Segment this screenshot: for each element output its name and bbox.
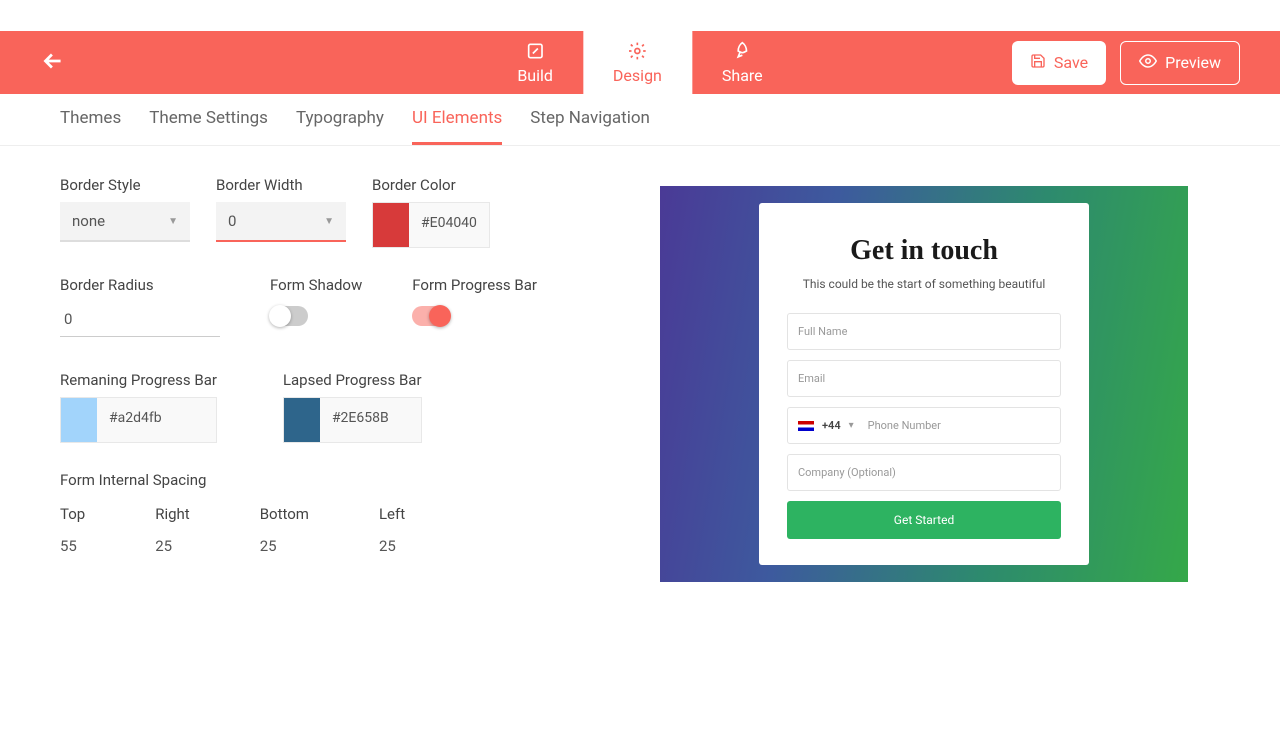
- border-style-label: Border Style: [60, 176, 190, 194]
- tab-label: Design: [613, 66, 662, 85]
- preview-button[interactable]: Preview: [1120, 41, 1240, 85]
- spacing-left-value[interactable]: 25: [379, 537, 405, 555]
- sub-nav: Themes Theme Settings Typography UI Elem…: [0, 94, 1280, 146]
- border-radius-input[interactable]: [60, 302, 220, 337]
- form-progress-toggle[interactable]: [412, 306, 450, 326]
- gear-icon: [627, 41, 647, 64]
- tab-build[interactable]: Build: [487, 31, 583, 94]
- lapsed-color-picker[interactable]: #2E658B: [283, 397, 422, 443]
- subnav-step-navigation[interactable]: Step Navigation: [530, 108, 650, 145]
- tab-share[interactable]: Share: [692, 31, 793, 94]
- spacing-right-value[interactable]: 25: [155, 537, 189, 555]
- eye-icon: [1139, 52, 1157, 74]
- spacing-row: Top 55 Right 25 Bottom 25 Left 25: [60, 505, 620, 555]
- subnav-ui-elements[interactable]: UI Elements: [412, 108, 502, 145]
- preview-label: Preview: [1165, 53, 1221, 72]
- color-swatch: [373, 203, 409, 247]
- tab-label: Share: [722, 66, 763, 85]
- preview-fullname-input[interactable]: Full Name: [787, 313, 1061, 350]
- preview-subtitle: This could be the start of something bea…: [787, 275, 1061, 293]
- spacing-section-label: Form Internal Spacing: [60, 471, 620, 489]
- preview-submit-button[interactable]: Get Started: [787, 501, 1061, 539]
- top-bar: Build Design Share Save Preview: [0, 31, 1280, 94]
- remaining-progress-label: Remaning Progress Bar: [60, 371, 217, 389]
- color-swatch: [61, 398, 97, 442]
- border-style-select[interactable]: none ▼: [60, 202, 190, 242]
- border-color-hex: #E04040: [409, 203, 489, 247]
- spacing-right-label: Right: [155, 505, 189, 523]
- border-width-value: 0: [228, 212, 236, 230]
- lapsed-progress-label: Lapsed Progress Bar: [283, 371, 422, 389]
- save-button[interactable]: Save: [1012, 41, 1106, 85]
- chevron-down-icon: ▾: [849, 420, 854, 431]
- save-icon: [1030, 53, 1046, 73]
- preview-form-card: Get in touch This could be the start of …: [759, 203, 1089, 565]
- settings-panel: Border Style none ▼ Border Width 0 ▼ Bor…: [60, 176, 620, 582]
- tab-label: Build: [517, 66, 553, 85]
- color-swatch: [284, 398, 320, 442]
- border-radius-label: Border Radius: [60, 276, 220, 294]
- border-width-label: Border Width: [216, 176, 346, 194]
- remaining-hex: #a2d4fb: [97, 398, 174, 442]
- subnav-themes[interactable]: Themes: [60, 108, 121, 145]
- spacing-bottom-label: Bottom: [260, 505, 309, 523]
- spacing-bottom-value[interactable]: 25: [260, 537, 309, 555]
- subnav-theme-settings[interactable]: Theme Settings: [149, 108, 268, 145]
- chevron-down-icon: ▼: [168, 216, 178, 227]
- remaining-color-picker[interactable]: #a2d4fb: [60, 397, 217, 443]
- spacing-left-label: Left: [379, 505, 405, 523]
- main-tabs: Build Design Share: [487, 31, 792, 94]
- edit-icon: [525, 41, 545, 64]
- top-actions: Save Preview: [1012, 41, 1240, 85]
- save-label: Save: [1054, 53, 1088, 72]
- chevron-down-icon: ▼: [324, 216, 334, 227]
- form-shadow-toggle[interactable]: [270, 306, 308, 326]
- form-progress-label: Form Progress Bar: [412, 276, 537, 294]
- form-shadow-label: Form Shadow: [270, 276, 362, 294]
- lapsed-hex: #2E658B: [320, 398, 401, 442]
- uk-flag-icon: [798, 421, 814, 431]
- back-arrow-icon[interactable]: [40, 48, 66, 78]
- tab-design[interactable]: Design: [583, 31, 692, 94]
- preview-title: Get in touch: [787, 235, 1061, 267]
- border-color-label: Border Color: [372, 176, 490, 194]
- preview-company-input[interactable]: Company (Optional): [787, 454, 1061, 491]
- border-style-value: none: [72, 212, 105, 230]
- spacing-top-label: Top: [60, 505, 85, 523]
- border-color-picker[interactable]: #E04040: [372, 202, 490, 248]
- content: Border Style none ▼ Border Width 0 ▼ Bor…: [0, 146, 1280, 582]
- form-preview: Get in touch This could be the start of …: [660, 186, 1188, 582]
- subnav-typography[interactable]: Typography: [296, 108, 384, 145]
- phone-prefix: +44: [822, 419, 841, 432]
- preview-panel: Get in touch This could be the start of …: [660, 176, 1220, 582]
- rocket-icon: [732, 41, 752, 64]
- preview-email-input[interactable]: Email: [787, 360, 1061, 397]
- border-width-select[interactable]: 0 ▼: [216, 202, 346, 242]
- phone-placeholder: Phone Number: [868, 419, 941, 432]
- spacing-top-value[interactable]: 55: [60, 537, 85, 555]
- preview-phone-input[interactable]: +44 ▾ Phone Number: [787, 407, 1061, 444]
